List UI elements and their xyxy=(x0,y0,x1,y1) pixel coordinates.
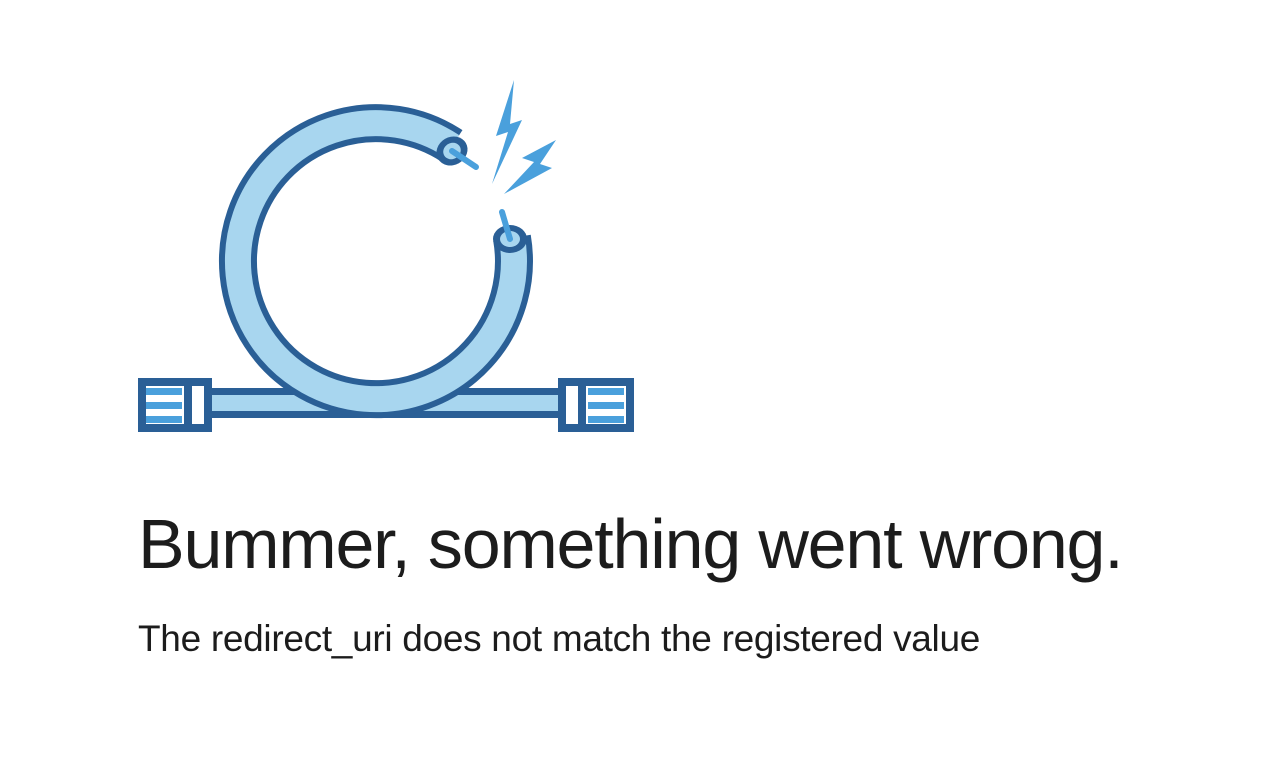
error-message: The redirect_uri does not match the regi… xyxy=(138,618,981,659)
broken-cable-icon xyxy=(138,80,634,432)
error-page: Bummer, something went wrong. The redire… xyxy=(0,0,1268,764)
cable-end-right xyxy=(493,209,527,253)
error-title: Bummer, something went wrong. xyxy=(138,505,1124,583)
left-connector xyxy=(138,378,212,432)
right-connector xyxy=(558,378,634,432)
spark-icon xyxy=(492,80,556,194)
